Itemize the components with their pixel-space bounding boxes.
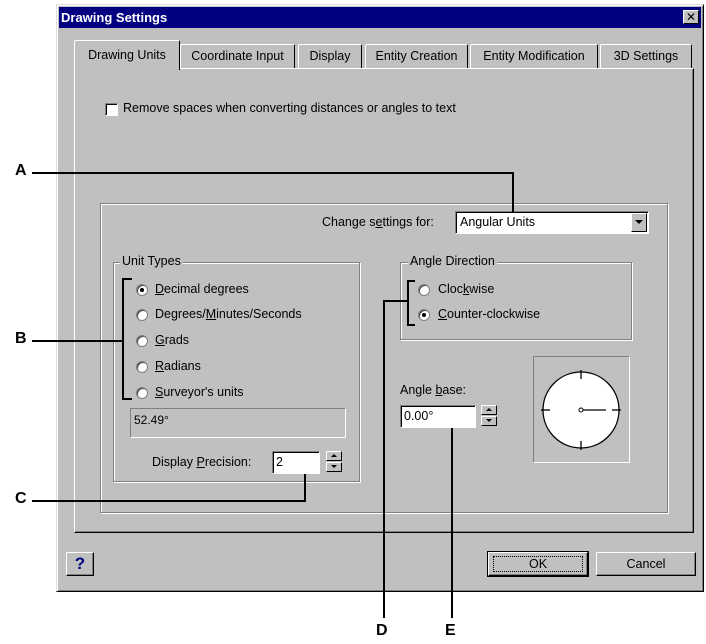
callout-a-drop [512, 172, 514, 212]
display-precision-label: Display Precision: [152, 455, 252, 469]
precision-value: 2 [276, 455, 283, 469]
precision-input[interactable]: 2 [272, 451, 320, 474]
callout-c: C [15, 490, 27, 507]
tab-coordinate-input[interactable]: Coordinate Input [180, 44, 295, 68]
cancel-button[interactable]: Cancel [596, 552, 696, 576]
tab-drawing-units[interactable]: Drawing Units [74, 40, 180, 70]
radio-clockwise[interactable] [418, 284, 430, 296]
sample-readout: 52.49° [130, 408, 346, 438]
sample-value: 52.49° [134, 413, 169, 427]
angle-direction-group [400, 262, 632, 340]
radio-degrees-minutes-seconds[interactable] [136, 309, 148, 321]
callout-d: D [376, 622, 388, 639]
clockwise-label: Clockwise [438, 282, 495, 296]
callout-d-bracket-mid [383, 300, 409, 302]
callout-b-bracket-bottom [122, 398, 132, 400]
grads-label: Grads [155, 333, 190, 347]
callout-b-bracket-top [122, 278, 132, 280]
angle-base-value: 0.00° [404, 409, 434, 423]
radio-radians[interactable] [136, 361, 148, 373]
decimal-degrees-label: Decimal degrees [155, 282, 249, 296]
change-settings-value: Angular Units [460, 215, 536, 229]
dialog-title: Drawing Settings [61, 10, 168, 25]
tab-entity-modification[interactable]: Entity Modification [470, 44, 598, 68]
angle-base-down-icon[interactable] [481, 416, 497, 426]
change-settings-label: Change settings for: [322, 215, 434, 229]
unit-types-title: Unit Types [120, 254, 183, 268]
callout-e-line [451, 428, 453, 618]
radio-decimal-degrees[interactable] [136, 284, 148, 296]
callout-d-bracket-bottom [407, 324, 415, 326]
callout-b: B [15, 330, 27, 347]
remove-spaces-checkbox[interactable] [105, 103, 118, 116]
callout-a-line [32, 172, 514, 174]
tab-entity-creation[interactable]: Entity Creation [365, 44, 468, 68]
counter-clockwise-label: Counter-clockwise [438, 307, 541, 321]
radians-label: Radians [155, 359, 201, 373]
radio-counter-clockwise[interactable] [418, 309, 430, 321]
callout-c-rise [304, 474, 306, 502]
angle-direction-title: Angle Direction [408, 254, 497, 268]
tab-display[interactable]: Display [298, 44, 362, 68]
radio-surveyors-units[interactable] [136, 387, 148, 399]
change-settings-select[interactable]: Angular Units [455, 211, 649, 234]
angle-base-up-icon[interactable] [481, 405, 497, 415]
radio-grads[interactable] [136, 335, 148, 347]
callout-d-line [383, 300, 385, 618]
surveyors-units-label: Surveyor's units [155, 385, 244, 399]
precision-up-icon[interactable] [326, 451, 342, 461]
callout-a: A [15, 162, 27, 179]
degrees-minutes-seconds-label: Degrees/Minutes/Seconds [155, 307, 302, 321]
angle-dial-icon [541, 370, 621, 450]
angle-preview [533, 356, 630, 463]
ok-button[interactable]: OK [487, 551, 589, 577]
close-button[interactable]: ✕ [683, 10, 699, 24]
callout-e: E [445, 622, 456, 639]
angle-base-input[interactable]: 0.00° [400, 405, 476, 428]
close-icon: ✕ [685, 10, 697, 24]
tab-3d-settings[interactable]: 3D Settings [600, 44, 692, 68]
callout-c-line [32, 500, 306, 502]
angle-base-label: Angle base: [400, 383, 467, 397]
help-button[interactable]: ? [66, 552, 94, 576]
title-bar[interactable]: Drawing Settings ✕ [59, 7, 701, 28]
callout-d-bracket-top [407, 280, 415, 282]
callout-b-bracket [122, 278, 124, 400]
precision-down-icon[interactable] [326, 462, 342, 472]
chevron-down-icon[interactable] [631, 213, 647, 232]
callout-d-bracket [407, 280, 409, 326]
remove-spaces-label: Remove spaces when converting distances … [123, 101, 456, 115]
callout-b-line [32, 340, 124, 342]
